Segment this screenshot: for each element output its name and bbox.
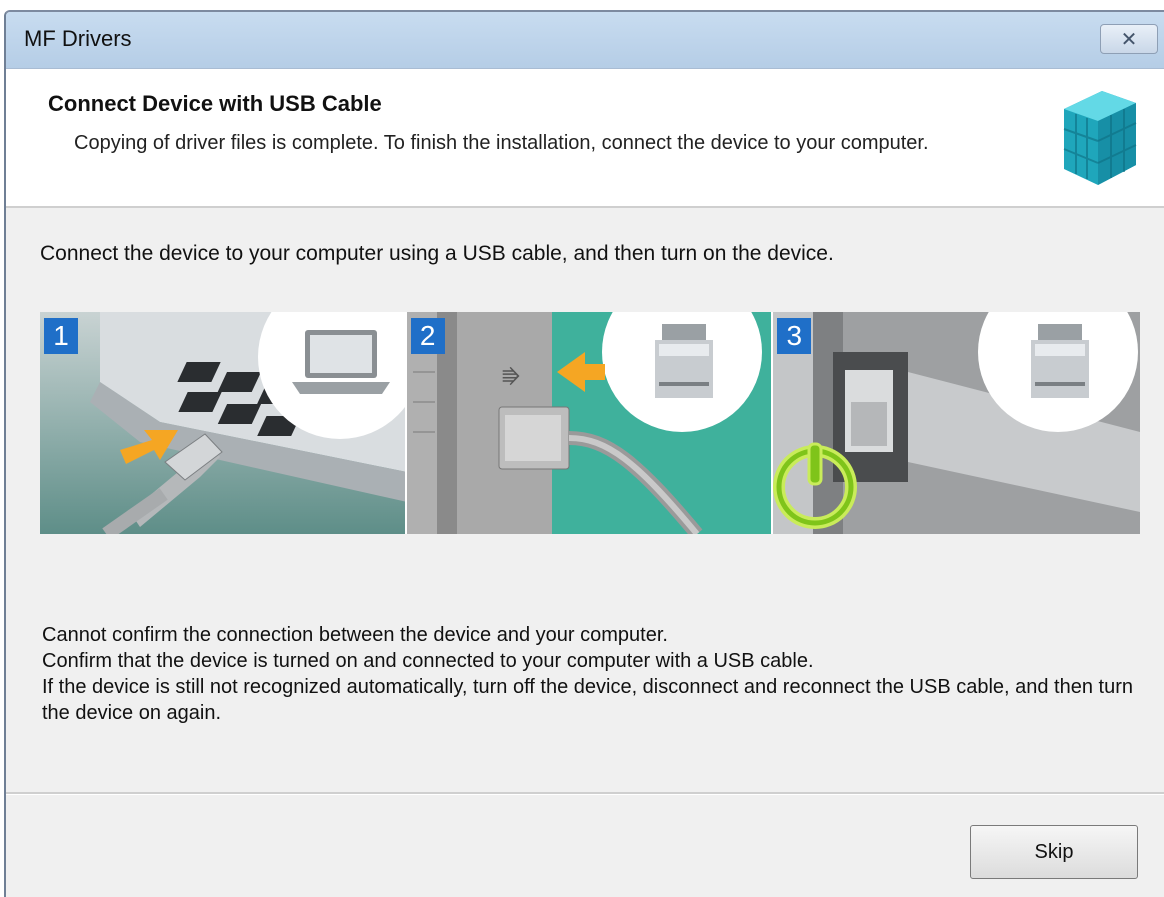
footer-divider xyxy=(6,792,1164,795)
svg-text:⭆: ⭆ xyxy=(502,365,520,389)
installer-dialog: MF Drivers ✕ Connect Device with USB Cab… xyxy=(4,10,1164,897)
instruction-text: Connect the device to your computer usin… xyxy=(40,242,834,265)
title-bar[interactable]: MF Drivers ✕ xyxy=(6,12,1164,69)
step-1-badge: 1 xyxy=(44,318,78,354)
step-3-illustration: 3 xyxy=(773,312,1141,534)
close-icon: ✕ xyxy=(1120,28,1138,51)
printer-icon xyxy=(1031,324,1090,398)
header-panel: Connect Device with USB Cable Copying of… xyxy=(6,69,1164,208)
laptop-icon xyxy=(292,330,390,394)
step-3-badge: 3 xyxy=(777,318,812,354)
product-logo-icon xyxy=(1063,91,1137,185)
status-message: Cannot confirm the connection between th… xyxy=(42,622,1142,726)
step-1-illustration: 1 xyxy=(40,312,407,534)
page-description: Copying of driver files is complete. To … xyxy=(74,132,929,154)
status-line-2: Confirm that the device is turned on and… xyxy=(42,650,814,672)
step-illustrations: 1 ⭆ 2 3 xyxy=(40,312,1141,534)
printer-icon xyxy=(654,324,713,398)
step-2-illustration: ⭆ 2 xyxy=(406,312,774,534)
window-title: MF Drivers xyxy=(24,26,132,51)
page-title: Connect Device with USB Cable xyxy=(48,91,382,116)
status-line-3: If the device is still not recognized au… xyxy=(42,676,1134,724)
close-button[interactable]: ✕ xyxy=(1100,24,1158,54)
skip-button[interactable]: Skip xyxy=(970,825,1138,879)
step-2-badge: 2 xyxy=(410,318,445,354)
status-line-1: Cannot confirm the connection between th… xyxy=(42,624,668,646)
